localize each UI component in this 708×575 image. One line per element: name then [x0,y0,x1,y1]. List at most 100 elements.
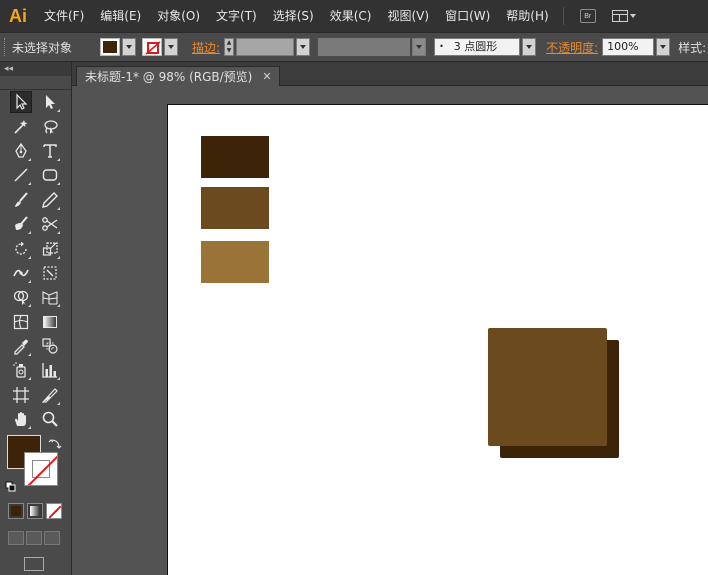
zoom-tool[interactable] [39,408,61,430]
type-tool[interactable] [39,140,61,162]
collapse-icon[interactable]: ◂◂ [4,64,13,74]
color-mode-button[interactable] [8,503,24,520]
stroke-color-box[interactable] [24,452,58,487]
stroke-color-dropdown[interactable] [142,38,179,56]
close-icon[interactable]: ✕ [262,70,271,83]
stroke-box-inner [32,460,50,479]
tool-flyout-indicator [27,157,31,161]
draw-normal-button[interactable] [8,531,24,546]
menu-edit[interactable]: 编辑(E) [92,0,149,32]
menu-view[interactable]: 视图(V) [379,0,437,32]
selection-tool[interactable] [9,91,32,114]
document-tab-title: 未标题-1* @ 98% (RGB/预览) [85,70,253,84]
menu-file[interactable]: 文件(F) [36,0,92,32]
rotate-tool[interactable] [10,238,32,260]
scale-tool[interactable] [39,238,61,260]
chevron-down-icon [526,45,533,49]
lasso-icon [44,119,58,134]
scissors-tool[interactable] [39,213,61,235]
tool-flyout-indicator [57,304,61,308]
arrow-up-icon[interactable]: ▲ [225,39,233,47]
workspace-switcher-button[interactable] [611,10,636,22]
profile-dropdown-arrow[interactable] [412,38,427,56]
hand-tool[interactable] [10,408,32,430]
fill-dropdown-arrow[interactable] [122,38,137,56]
variable-width-profile-dropdown[interactable] [318,38,411,56]
lasso-tool[interactable] [39,116,61,138]
magic-wand-tool[interactable] [10,116,32,138]
brush-dropdown-arrow[interactable] [522,38,537,56]
artboard-tool[interactable] [10,384,32,406]
menu-select[interactable]: 选择(S) [265,0,322,32]
chevron-down-icon [660,45,667,49]
direct-selection-tool[interactable] [39,91,61,113]
stroke-weight-input[interactable] [236,38,295,56]
opacity-input[interactable]: 100% [602,38,655,56]
chevron-down-icon [126,45,133,49]
panel-grip[interactable] [4,38,8,56]
menu-help[interactable]: 帮助(H) [498,0,556,32]
stroke-label[interactable]: 描边: [192,39,220,56]
menu-type[interactable]: 文字(T) [208,0,265,32]
gradient-tool[interactable] [39,311,61,333]
style-label: 样式: [678,40,707,55]
menu-object[interactable]: 对象(O) [149,0,208,32]
perspective-grid-tool[interactable] [39,286,61,308]
tool-flyout-indicator [57,109,61,113]
none-slash-icon [48,505,61,519]
stroke-dropdown-arrow[interactable] [164,38,179,56]
paintbrush-tool[interactable] [10,189,32,211]
fill-stroke-control [0,435,71,495]
tool-flyout-indicator [57,255,61,259]
tool-flyout-indicator [57,231,61,235]
swatch-rectangle-dark[interactable] [201,136,269,178]
mesh-tool[interactable] [10,311,32,333]
slice-tool[interactable] [39,384,61,406]
pen-tool[interactable] [10,140,32,162]
gradient-icon [43,315,58,328]
magic-wand-icon [14,119,28,134]
stroke-swatch[interactable] [142,38,163,56]
menu-effect[interactable]: 效果(C) [322,0,380,32]
magnifier-icon [42,411,59,428]
tools-panel-grip[interactable] [0,76,71,90]
swap-fill-stroke-icon[interactable] [48,437,62,451]
arrow-down-icon[interactable]: ▼ [225,47,233,55]
selection-arrow-icon [16,93,28,110]
stroke-weight-dropdown-arrow[interactable] [296,38,311,56]
gradient-mode-button[interactable] [27,503,43,520]
width-tool[interactable] [10,262,32,284]
rounded-rectangle-tool[interactable] [39,164,61,186]
brush-definition-dropdown[interactable]: • 3 点圆形 [434,38,521,56]
fill-swatch[interactable] [100,38,121,56]
opacity-label[interactable]: 不透明度: [546,39,598,56]
free-transform-tool[interactable] [39,262,61,284]
swatch-rectangle-light[interactable] [201,241,269,283]
front-square[interactable] [488,328,607,446]
draw-inside-button[interactable] [44,531,60,546]
blend-tool[interactable] [39,335,61,357]
eyedropper-tool[interactable] [10,335,32,357]
opacity-dropdown-arrow[interactable] [656,38,671,56]
draw-behind-button[interactable] [26,531,42,546]
column-graph-tool[interactable] [39,359,61,381]
default-fill-stroke-icon[interactable] [5,481,17,493]
line-segment-tool[interactable] [10,164,32,186]
color-swatch [11,506,21,517]
blob-brush-tool[interactable] [10,213,32,235]
menu-window[interactable]: 窗口(W) [437,0,498,32]
change-screen-mode-button[interactable] [24,557,44,572]
symbol-sprayer-tool[interactable] [10,359,32,381]
stroke-weight-stepper[interactable]: ▲ ▼ [224,38,235,56]
document-tab-bar: 未标题-1* @ 98% (RGB/预览) ✕ [72,62,708,86]
none-mode-button[interactable] [46,503,62,520]
document-tab[interactable]: 未标题-1* @ 98% (RGB/预览) ✕ [76,66,280,86]
tools-panel-header[interactable]: ◂◂ [0,62,71,76]
bridge-button[interactable]: Br [579,9,596,23]
pencil-tool[interactable] [39,189,61,211]
canvas-area[interactable] [72,87,708,575]
shape-builder-tool[interactable] [10,286,32,308]
fill-color-dropdown[interactable] [100,38,137,56]
swatch-rectangle-medium[interactable] [201,187,269,229]
artboard[interactable] [167,104,708,575]
